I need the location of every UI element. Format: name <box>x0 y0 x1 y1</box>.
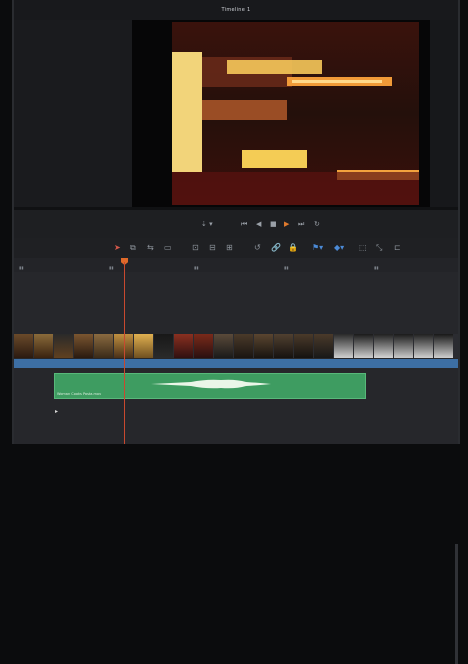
playhead-line[interactable] <box>124 262 125 444</box>
viewer-options-icon[interactable]: ⇣ ▾ <box>201 220 213 228</box>
ruler-tick: ▮▮ <box>194 265 199 270</box>
timeline-viewer[interactable] <box>132 20 430 207</box>
lock-icon[interactable]: 🔒 <box>288 243 298 252</box>
mouse-cursor-icon: ▸ <box>55 408 59 415</box>
viewer-frame <box>172 22 419 205</box>
loop-icon[interactable]: ↻ <box>314 220 320 228</box>
marker-icon[interactable]: ◆▾ <box>334 243 344 252</box>
dynamic-trim-icon[interactable]: ⇆ <box>147 243 154 252</box>
audio-clip[interactable]: Woman Cooks Pasta.mov <box>54 373 366 399</box>
video-track-v1[interactable] <box>14 334 458 358</box>
flag-icon[interactable]: ⚑▾ <box>312 243 323 252</box>
linked-icon[interactable]: 🔗 <box>271 243 281 252</box>
resolve-window: Timeline 1 ⇣ ▾ ⏮ ◀ ■ ▶ ⏭ ↻ ➤ ⧉ ⇆ ▭ ⊡ ⊟ ⊞… <box>12 0 460 664</box>
selection-icon[interactable]: ➤ <box>114 243 121 252</box>
video-clip-bar[interactable] <box>14 359 458 368</box>
first-frame-icon[interactable]: ⏮ <box>241 220 247 228</box>
media-pool-panel[interactable] <box>14 20 132 207</box>
ruler-tick: ▮▮ <box>19 265 24 270</box>
snapping-icon[interactable]: ↺ <box>254 243 261 252</box>
step-back-icon[interactable]: ◀ <box>256 220 261 228</box>
zoom-detail-icon[interactable]: ⤡ <box>376 243 382 252</box>
insert-icon[interactable]: ⊡ <box>192 243 199 252</box>
overwrite-icon[interactable]: ⊟ <box>209 243 216 252</box>
blade-icon[interactable]: ▭ <box>164 243 172 252</box>
edit-toolbar: ➤ ⧉ ⇆ ▭ ⊡ ⊟ ⊞ ↺ 🔗 🔒 ⚑▾ ◆▾ ⬚ ⤡ ⊏ <box>14 238 458 258</box>
ruler-tick: ▮▮ <box>284 265 289 270</box>
zoom-full-icon[interactable]: ⬚ <box>359 243 367 252</box>
last-frame-icon[interactable]: ⏭ <box>298 220 304 228</box>
zoom-custom-icon[interactable]: ⊏ <box>394 243 401 252</box>
timeline-scrollbar[interactable] <box>455 544 458 664</box>
replace-icon[interactable]: ⊞ <box>226 243 233 252</box>
trim-icon[interactable]: ⧉ <box>130 243 136 252</box>
audio-waveform <box>151 379 271 389</box>
ruler-tick: ▮▮ <box>374 265 379 270</box>
stop-icon[interactable]: ■ <box>270 220 277 228</box>
viewer-header: Timeline 1 <box>14 0 458 21</box>
timeline-tracks[interactable]: Woman Cooks Pasta.mov <box>14 272 458 664</box>
timecode-ruler[interactable]: ▮▮ ▮▮ ▮▮ ▮▮ ▮▮ <box>14 258 458 273</box>
transport-controls: ⇣ ▾ ⏮ ◀ ■ ▶ ⏭ ↻ <box>14 210 458 239</box>
timeline-name[interactable]: Timeline 1 <box>14 7 458 13</box>
audio-clip-label: Woman Cooks Pasta.mov <box>57 392 102 396</box>
play-icon[interactable]: ▶ <box>284 220 289 228</box>
inspector-panel[interactable] <box>430 20 458 207</box>
ruler-tick: ▮▮ <box>109 265 114 270</box>
